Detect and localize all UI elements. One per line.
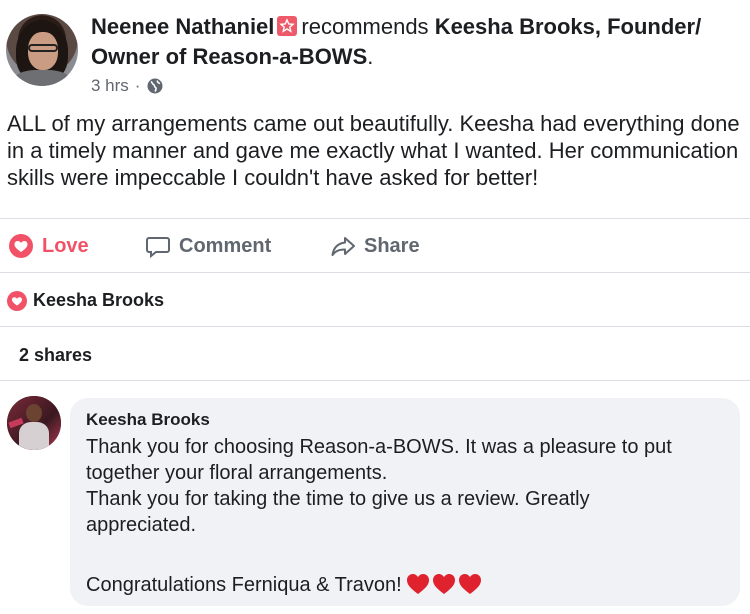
author-name[interactable]: Neenee Nathaniel <box>91 14 274 39</box>
heart-icon <box>7 290 27 311</box>
love-heart-icon <box>9 234 33 258</box>
post-meta: 3 hrs · <box>91 76 164 96</box>
author-avatar[interactable] <box>6 14 78 86</box>
recommendation-icon <box>277 16 298 36</box>
divider-reactions <box>0 326 750 327</box>
divider-top <box>0 218 750 219</box>
love-label: Love <box>42 234 89 257</box>
post-timestamp[interactable]: 3 hrs <box>91 76 129 96</box>
reactions-summary[interactable]: Keesha Brooks <box>7 290 164 311</box>
recommends-verb: recommends <box>301 14 429 39</box>
comment-line-1: Thank you for choosing Reason-a-BOWS. It… <box>86 436 672 458</box>
recommended-page-link-line2[interactable]: Owner of Reason-a-BOWS <box>91 44 367 69</box>
post-header: Neenee Nathaniel recommends Keesha Brooks… <box>0 0 750 100</box>
commenter-avatar-head <box>26 404 42 422</box>
post-header-text: Neenee Nathaniel recommends Keesha Brooks… <box>91 12 741 72</box>
comment-bubble: Keesha Brooks Thank you for choosing Rea… <box>70 398 740 606</box>
comment-congrats-text: Congratulations Ferniqua & Travon! <box>86 574 402 596</box>
divider-actions <box>0 272 750 273</box>
comment-line-2: together your floral arrangements. <box>86 462 388 484</box>
comment-icon <box>146 237 170 259</box>
divider-shares <box>0 380 750 381</box>
share-label: Share <box>364 234 420 257</box>
comment-line-4: appreciated. <box>86 514 197 536</box>
red-heart-emoji-icon <box>406 574 429 594</box>
comment-line-5: Congratulations Ferniqua & Travon! <box>86 572 736 598</box>
commenter-avatar[interactable] <box>7 396 61 450</box>
shares-count[interactable]: 2 shares <box>19 345 92 366</box>
post-body-text: ALL of my arrangements came out beautifu… <box>7 111 740 190</box>
recommended-page-link[interactable]: Keesha Brooks, Founder/ <box>435 14 702 39</box>
comment-button[interactable]: Comment <box>145 230 271 262</box>
comment-author[interactable]: Keesha Brooks <box>86 410 210 430</box>
action-bar: Love Comment Share <box>0 220 750 272</box>
red-heart-emoji-group <box>406 573 482 595</box>
share-button[interactable]: Share <box>330 230 420 262</box>
avatar-shirt <box>14 70 70 86</box>
comment-label: Comment <box>179 234 272 257</box>
avatar-glasses <box>28 44 58 52</box>
love-button[interactable]: Love <box>8 230 89 262</box>
meta-separator: · <box>134 76 141 95</box>
red-heart-emoji-icon <box>458 574 481 594</box>
red-heart-emoji-icon <box>432 574 455 594</box>
header-period: . <box>367 44 374 69</box>
share-icon <box>331 237 355 256</box>
comment-line-3: Thank you for taking the time to give us… <box>86 488 590 510</box>
reactor-name: Keesha Brooks <box>33 290 165 310</box>
globe-icon <box>147 78 163 94</box>
commenter-avatar-body <box>19 422 49 450</box>
